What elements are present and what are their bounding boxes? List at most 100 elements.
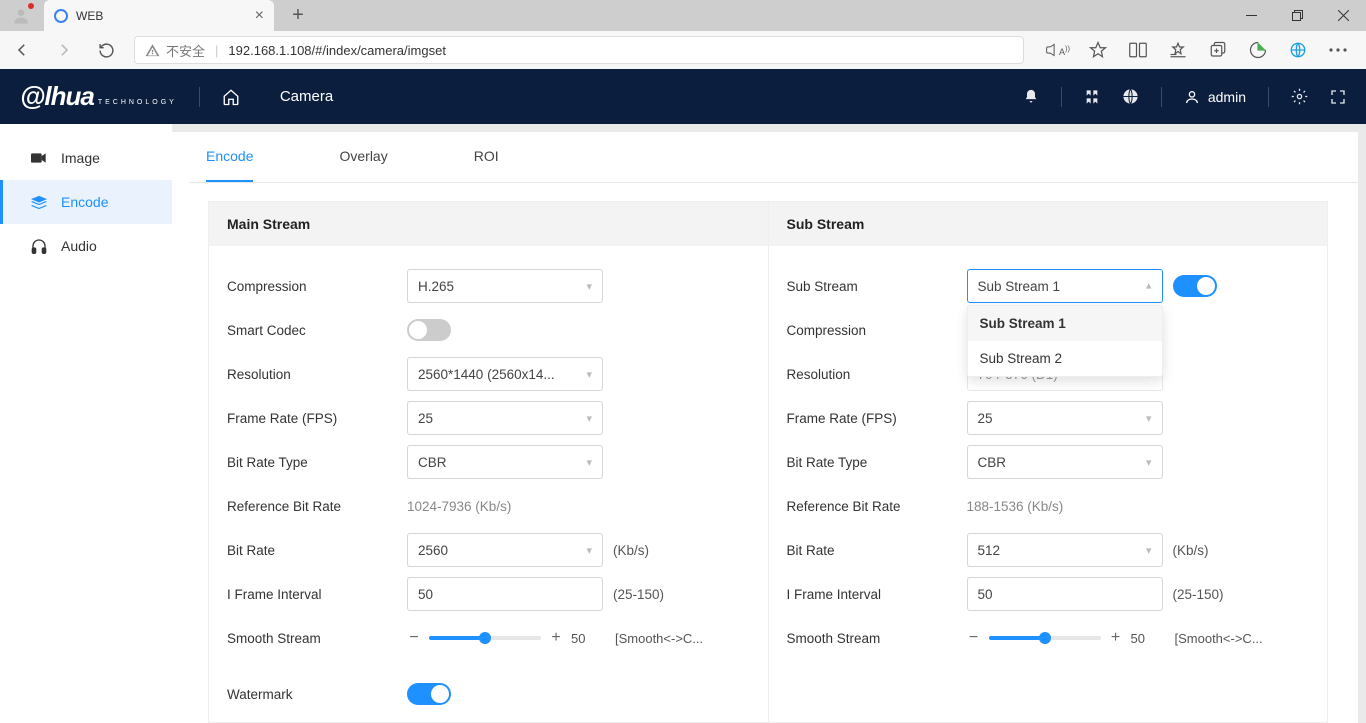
sidebar-item-label: Image [61, 150, 100, 166]
sidebar-item-audio[interactable]: Audio [0, 224, 172, 268]
i-frame-sub-range: (25-150) [1173, 587, 1224, 602]
label-smooth: Smooth Stream [227, 631, 407, 646]
settings-icon[interactable] [1291, 88, 1308, 105]
chevron-down-icon: ▾ [586, 544, 592, 557]
slider-plus-button[interactable]: + [1109, 629, 1123, 647]
home-icon[interactable] [222, 88, 240, 106]
warning-icon [145, 43, 160, 58]
bit-rate-type-sub-select[interactable]: CBR▾ [967, 445, 1163, 479]
sub-stream-column: Sub Stream Sub Stream Sub Stream 1 ▾ [768, 202, 1328, 722]
bit-rate-sub-select[interactable]: 512▾ [967, 533, 1163, 567]
user-icon [1184, 89, 1200, 105]
tab-title: WEB [76, 9, 255, 23]
url-text: 192.168.1.108/#/index/camera/imgset [228, 43, 446, 58]
more-icon[interactable] [1326, 38, 1350, 62]
page-title: Camera [280, 88, 333, 105]
sidebar-item-label: Audio [61, 238, 97, 254]
ie-mode-icon[interactable] [1286, 38, 1310, 62]
network-icon[interactable] [1122, 88, 1139, 105]
back-button[interactable] [8, 36, 36, 64]
bit-rate-type-select[interactable]: CBR▾ [407, 445, 603, 479]
watermark-toggle[interactable] [407, 683, 451, 705]
main-stream-column: Main Stream Compression H.265▾ Smart Cod… [209, 202, 768, 722]
refresh-button[interactable] [92, 36, 120, 64]
tab-close-icon[interactable]: × [255, 8, 264, 24]
read-aloud-icon[interactable]: A)) [1046, 38, 1070, 62]
label-ref-bit-rate: Reference Bit Rate [227, 499, 407, 514]
sidebar-item-image[interactable]: Image [0, 136, 172, 180]
chevron-down-icon: ▾ [586, 368, 592, 381]
chevron-down-icon: ▾ [586, 412, 592, 425]
label-bit-rate-type: Bit Rate Type [227, 455, 407, 470]
chevron-down-icon: ▾ [586, 280, 592, 293]
camera-icon [31, 151, 47, 165]
tab-encode[interactable]: Encode [206, 132, 253, 182]
label-resolution-sub: Resolution [787, 367, 967, 382]
label-bit-rate-sub: Bit Rate [787, 543, 967, 558]
i-frame-input[interactable]: 50 [407, 577, 603, 611]
browser-toolbar: 不安全 | 192.168.1.108/#/index/camera/imgse… [0, 31, 1366, 69]
label-compression-sub: Compression [787, 323, 967, 338]
chevron-down-icon: ▾ [1146, 544, 1152, 557]
tab-roi[interactable]: ROI [474, 132, 499, 182]
insecure-site-indicator[interactable]: 不安全 [145, 41, 205, 60]
browser-tabstrip: WEB × + [0, 0, 1366, 31]
tab-overlay[interactable]: Overlay [339, 132, 387, 182]
smooth-sub-caption: [Smooth<->C... [1175, 631, 1263, 646]
sub-stream-select[interactable]: Sub Stream 1 ▾ [967, 269, 1163, 303]
smart-codec-toggle[interactable] [407, 319, 451, 341]
label-bit-rate-type-sub: Bit Rate Type [787, 455, 967, 470]
window-maximize-button[interactable] [1274, 0, 1320, 31]
ref-bit-rate-value: 1024-7936 (Kb/s) [407, 499, 511, 514]
favorites-list-icon[interactable] [1166, 38, 1190, 62]
browser-tab[interactable]: WEB × [44, 0, 274, 31]
address-bar[interactable]: 不安全 | 192.168.1.108/#/index/camera/imgse… [134, 36, 1024, 64]
compression-select[interactable]: H.265▾ [407, 269, 603, 303]
bit-rate-unit: (Kb/s) [613, 543, 649, 558]
performance-icon[interactable] [1246, 38, 1270, 62]
sidebar-item-encode[interactable]: Encode [0, 180, 172, 224]
notifications-icon[interactable] [1023, 88, 1039, 105]
label-watermark: Watermark [227, 687, 407, 702]
slider-minus-button[interactable]: − [407, 629, 421, 647]
apps-icon[interactable] [1084, 89, 1100, 105]
sub-stream-dropdown: Sub Stream 1 Sub Stream 2 [967, 305, 1163, 377]
profile-icon[interactable] [6, 1, 36, 31]
slider-plus-button[interactable]: + [549, 629, 563, 647]
fullscreen-icon[interactable] [1330, 89, 1346, 105]
forward-button [50, 36, 78, 64]
tab-favicon-icon [54, 9, 68, 23]
resolution-select[interactable]: 2560*1440 (2560x14...▾ [407, 357, 603, 391]
smooth-sub-slider[interactable] [989, 636, 1101, 640]
new-tab-button[interactable]: + [284, 4, 312, 27]
user-menu[interactable]: admin [1184, 89, 1246, 105]
label-ref-bit-rate-sub: Reference Bit Rate [787, 499, 967, 514]
window-close-button[interactable] [1320, 0, 1366, 31]
content-tabs: Encode Overlay ROI [190, 132, 1358, 183]
smooth-slider[interactable] [429, 636, 541, 640]
label-smart-codec: Smart Codec [227, 323, 407, 338]
dropdown-option[interactable]: Sub Stream 1 [968, 306, 1162, 341]
label-frame-rate-sub: Frame Rate (FPS) [787, 411, 967, 426]
i-frame-sub-input[interactable]: 50 [967, 577, 1163, 611]
chevron-down-icon: ▾ [1146, 456, 1152, 469]
frame-rate-sub-select[interactable]: 25▾ [967, 401, 1163, 435]
split-screen-icon[interactable] [1126, 38, 1150, 62]
label-i-frame: I Frame Interval [227, 587, 407, 602]
window-minimize-button[interactable] [1228, 0, 1274, 31]
smooth-value: 50 [571, 631, 595, 646]
dropdown-option[interactable]: Sub Stream 2 [968, 341, 1162, 376]
frame-rate-select[interactable]: 25▾ [407, 401, 603, 435]
slider-minus-button[interactable]: − [967, 629, 981, 647]
bit-rate-select[interactable]: 2560▾ [407, 533, 603, 567]
sidebar-item-label: Encode [61, 194, 108, 210]
sub-stream-title: Sub Stream [769, 202, 1328, 246]
ref-bit-rate-sub-value: 188-1536 (Kb/s) [967, 499, 1064, 514]
chevron-down-icon: ▾ [1146, 280, 1152, 293]
chevron-down-icon: ▾ [586, 456, 592, 469]
i-frame-range: (25-150) [613, 587, 664, 602]
collections-icon[interactable] [1206, 38, 1230, 62]
sub-stream-toggle[interactable] [1173, 275, 1217, 297]
bit-rate-sub-unit: (Kb/s) [1173, 543, 1209, 558]
favorite-icon[interactable] [1086, 38, 1110, 62]
